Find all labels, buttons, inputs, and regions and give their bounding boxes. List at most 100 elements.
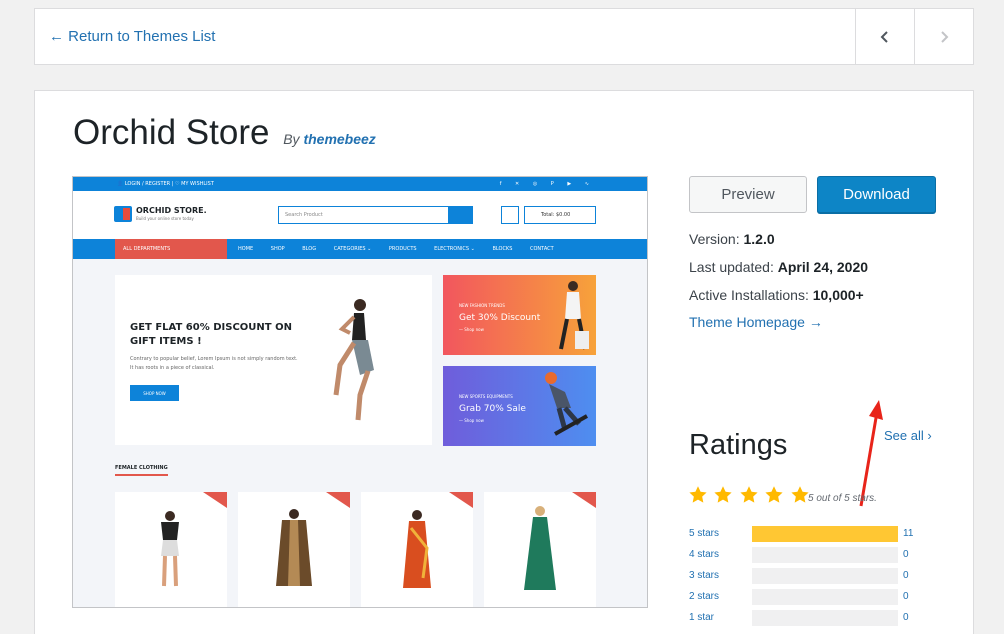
shot-cart: Total: $0.00 [524, 206, 596, 224]
sale-badge [572, 492, 596, 508]
shot-hero-heading: GET FLAT 60% DISCOUNT ON GIFT ITEMS ! [130, 322, 292, 347]
skater-figure [545, 372, 588, 436]
download-button[interactable]: Download [817, 176, 936, 213]
see-all-label: See all [884, 428, 924, 443]
shot-product-card [484, 492, 596, 607]
shot-topbar: 👤 LOGIN / REGISTER | ♡ MY WISHLIST f ✕ ◎… [73, 177, 647, 191]
shot-product-card [115, 492, 227, 607]
by-label: By [283, 131, 300, 147]
shot-search: Search Product [278, 206, 473, 224]
rating-bar [752, 589, 898, 605]
rating-count: 0 [903, 612, 909, 623]
shopping-bag-icon [114, 206, 132, 222]
shot-menu-item: ELECTRONICS ⌄ [434, 246, 475, 252]
shot-banner-link: — Shop now [459, 327, 484, 332]
rating-bar [752, 526, 898, 542]
rating-count: 0 [903, 591, 909, 602]
rating-row-3[interactable]: 3 stars 0 [689, 568, 929, 584]
shot-menu-item: CONTACT [529, 246, 554, 252]
shot-banner-sports: NEW SPORTS EQUIPMENTS Grab 70% Sale — Sh… [443, 366, 596, 446]
shot-banner-title: Grab 70% Sale [459, 404, 526, 414]
theme-active-installations: Active Installations: 10,000+ [689, 287, 864, 303]
theme-nav-bar: ← Return to Themes List [34, 8, 974, 65]
shot-hero-text: Contrary to popular belief, Lorem Ipsum … [130, 356, 298, 371]
next-theme-button[interactable] [914, 9, 973, 64]
star-icon [714, 486, 733, 503]
updated-value: April 24, 2020 [777, 259, 869, 275]
athlete-figure [333, 299, 374, 421]
product-image [276, 509, 312, 586]
updated-label: Last updated: [689, 259, 774, 275]
chevron-left-icon [880, 30, 888, 43]
theme-title: Orchid Store By themebeez [73, 113, 376, 153]
shot-banner-fashion: NEW FASHION TRENDS Get 30% Discount — Sh… [443, 275, 596, 355]
shot-social-icons: f ✕ ◎ P ▶ ∿ [499, 181, 595, 187]
star-icon [689, 486, 707, 503]
theme-author: By themebeez [283, 131, 376, 147]
product-image [524, 506, 556, 590]
shot-banner-kicker: NEW SPORTS EQUIPMENTS [459, 394, 513, 399]
rating-row-2[interactable]: 2 stars 0 [689, 589, 929, 605]
rating-row-4[interactable]: 4 stars 0 [689, 547, 929, 563]
rating-label[interactable]: 2 stars [689, 591, 719, 602]
author-link[interactable]: themebeez [303, 131, 375, 147]
rating-summary: 5 out of 5 stars. [808, 493, 877, 504]
version-value: 1.2.0 [743, 231, 775, 247]
shot-menu-item: HOME [238, 246, 254, 252]
star-rating [688, 485, 811, 510]
shot-banner-title: Get 30% Discount [459, 313, 541, 323]
installs-value: 10,000+ [812, 287, 864, 303]
theme-screenshot: 👤 LOGIN / REGISTER | ♡ MY WISHLIST f ✕ ◎… [72, 176, 648, 608]
shot-menu-item: SHOP [270, 246, 285, 252]
rating-label[interactable]: 1 star [689, 612, 714, 623]
theme-version: Version: 1.2.0 [689, 231, 775, 247]
shot-section-title: FEMALE CLOTHING [115, 465, 168, 476]
heart-icon [501, 206, 519, 224]
shot-menu-item: BLOCKS [492, 246, 513, 252]
return-to-themes-link[interactable]: ← Return to Themes List [49, 28, 215, 45]
rating-row-1[interactable]: 1 star 0 [689, 610, 929, 626]
sale-badge [449, 492, 473, 508]
shot-menu-item: BLOG [302, 246, 317, 252]
shot-product-card [238, 492, 350, 607]
rating-label[interactable]: 5 stars [689, 528, 719, 539]
sale-badge [326, 492, 350, 508]
previous-theme-button[interactable] [855, 9, 914, 64]
rating-count: 11 [903, 528, 914, 539]
shot-logo: ORCHID STORE. [136, 206, 207, 215]
star-icon [740, 486, 758, 503]
ratings-heading: Ratings [689, 429, 788, 461]
shot-search-placeholder: Search Product [285, 212, 323, 218]
product-image [161, 511, 179, 587]
search-icon [448, 207, 472, 223]
rating-bar-fill [752, 526, 898, 542]
shot-banner-link: — Shop now [459, 418, 484, 423]
rating-label[interactable]: 4 stars [689, 549, 719, 560]
chevron-right-icon [941, 30, 949, 43]
shot-menu-item: CATEGORIES ⌄ [333, 246, 372, 252]
rating-label[interactable]: 3 stars [689, 570, 719, 581]
rating-bar [752, 568, 898, 584]
shot-navbar: ALL DEPARTMENTS HOME SHOP BLOG CATEGORIE… [73, 239, 647, 259]
shot-product-card [361, 492, 473, 607]
theme-homepage-link[interactable]: Theme Homepage → [689, 314, 823, 330]
installs-label: Active Installations: [689, 287, 809, 303]
star-icon [765, 486, 783, 503]
rating-bar [752, 547, 898, 563]
version-label: Version: [689, 231, 740, 247]
star-icon [791, 486, 809, 503]
see-all-ratings-link[interactable]: See all › [884, 428, 932, 443]
shot-account-links: 👤 LOGIN / REGISTER | ♡ MY WISHLIST [117, 181, 214, 187]
shot-departments: ALL DEPARTMENTS [115, 239, 227, 259]
shot-header: ORCHID STORE. Build your online store to… [73, 191, 647, 239]
theme-name: Orchid Store [73, 113, 270, 152]
shot-hero-button: SHOP NOW [130, 385, 179, 401]
preview-button[interactable]: Preview [689, 176, 807, 213]
shot-tagline: Build your online store today [136, 216, 194, 221]
sale-badge [203, 492, 227, 508]
rating-count: 0 [903, 570, 909, 581]
shot-hero: GET FLAT 60% DISCOUNT ON GIFT ITEMS ! Co… [115, 275, 432, 445]
shot-menu-item: PRODUCTS [388, 246, 417, 252]
rating-row-5[interactable]: 5 stars 11 [689, 526, 929, 542]
theme-details-panel: Orchid Store By themebeez 👤 LOGIN / REGI… [34, 90, 974, 634]
